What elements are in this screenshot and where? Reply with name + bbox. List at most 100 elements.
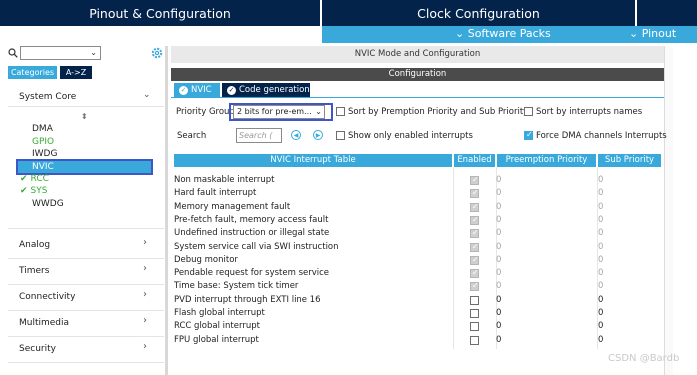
core-item-sys-label: SYS [30,186,48,196]
header-preemption[interactable]: Preemption Priority [497,154,596,167]
divider [8,284,164,285]
chevron-down-icon[interactable]: ⌄ [143,90,151,100]
category-timers[interactable]: Timers [19,266,49,276]
sort-premption-checkbox[interactable] [336,107,345,116]
category-search-combo[interactable]: ⌄ [20,46,101,60]
chevron-right-icon[interactable]: › [143,315,147,326]
enabled-checkbox [470,202,479,212]
sub-priority[interactable]: 0 [598,295,603,305]
priority-group-select[interactable]: 2 bits for pre-em... ⌄ [233,105,325,119]
core-item-wwdg[interactable]: WWDG [32,199,64,209]
interrupt-name: PVD interrupt through EXTI line 16 [174,294,321,305]
preemption-priority: 0 [496,214,502,225]
core-item-gpio[interactable]: GPIO [32,137,54,147]
table-row[interactable]: Hard fault interrupt 0 0 [174,187,661,200]
table-row[interactable]: Memory management fault 0 0 [174,201,661,214]
show-enabled-checkbox[interactable] [336,131,345,140]
core-item-dma[interactable]: DMA [32,124,53,134]
configuration-bar-end [659,68,664,81]
core-item-rcc[interactable]: ✔ RCC [20,174,49,184]
divider [8,258,164,259]
tab-categories[interactable]: Categories [8,66,57,79]
sort-interrupts-checkbox[interactable] [524,107,533,116]
preemption-priority: 0 [496,188,502,199]
enabled-checkbox [470,188,479,199]
sub-priority[interactable]: 0 [598,335,603,345]
sub-priority[interactable]: 0 [598,321,603,331]
table-row[interactable]: Flash global interrupt 0 0 [174,307,661,320]
interrupt-name: RCC global interrupt [174,321,260,332]
category-analog[interactable]: Analog [19,240,50,250]
preemption-priority[interactable]: 0 [496,321,501,331]
table-row[interactable]: RCC global interrupt 0 0 [174,320,661,333]
tab-code-generation[interactable]: ✓ Code generation [222,83,310,97]
enabled-checkbox [470,242,479,252]
left-scrollbar[interactable] [165,46,168,375]
preemption-priority: 0 [496,268,502,279]
table-row[interactable]: Debug monitor 0 0 [174,254,661,267]
enabled-checkbox [470,255,479,265]
tab-nvic[interactable]: ✓ NVIC [174,83,220,97]
category-connectivity[interactable]: Connectivity [19,292,75,302]
interrupt-name: FPU global interrupt [174,334,259,345]
table-row[interactable]: Pendable request for system service 0 0 [174,267,661,280]
tab-clock-configuration[interactable]: Clock Configuration [322,0,635,26]
tab-a-z[interactable]: A->Z [60,66,92,79]
interrupt-name: Time base: System tick timer [174,281,299,292]
enabled-checkbox[interactable] [470,322,479,332]
sub-priority: 0 [598,254,604,265]
category-multimedia[interactable]: Multimedia [19,318,69,328]
header-interrupt-table[interactable]: NVIC Interrupt Table [174,154,452,167]
chevron-right-icon[interactable]: › [143,341,147,352]
enabled-checkbox[interactable] [470,309,479,318]
core-item-nvic-selected[interactable]: NVIC [16,159,153,175]
sort-icon[interactable]: ⬍ [81,112,88,121]
sub-priority[interactable]: 0 [598,308,603,318]
header-enabled[interactable]: Enabled [454,154,495,167]
check-icon: ✔ [20,186,28,196]
tab-nvic-label: NVIC [191,85,212,95]
core-item-sys[interactable]: ✔ SYS [20,186,47,196]
sub-priority: 0 [598,175,604,185]
right-scrollbar[interactable] [664,46,673,375]
chevron-down-icon: ⌄ [90,48,97,57]
pinout-menu-label: Pinout [641,27,677,40]
header-sub-priority[interactable]: Sub Priority [598,154,661,167]
core-item-iwdg[interactable]: IWDG [32,149,57,159]
search-next-icon[interactable]: ▶ [313,130,323,140]
tab-pinout-configuration[interactable]: Pinout & Configuration [0,0,320,26]
table-row[interactable]: System service call via SWI instruction 0… [174,241,661,254]
preemption-priority: 0 [496,254,502,265]
chevron-right-icon[interactable]: › [143,263,147,274]
table-row[interactable]: Non maskable interrupt 0 0 [174,174,661,187]
enabled-checkbox[interactable] [470,295,479,305]
preemption-priority: 0 [496,201,502,212]
search-previous-icon[interactable]: ◀ [291,130,301,140]
mode-title: NVIC Mode and Configuration [171,46,664,63]
interrupt-search-input[interactable]: Search ( [236,128,282,143]
chevron-right-icon[interactable]: › [143,237,147,248]
preemption-priority[interactable]: 0 [496,295,501,305]
table-row[interactable]: PVD interrupt through EXTI line 16 0 0 [174,294,661,307]
enabled-checkbox[interactable] [470,335,479,345]
interrupt-name: Debug monitor [174,254,238,265]
table-row[interactable]: FPU global interrupt 0 0 [174,334,661,347]
sub-priority: 0 [598,241,604,252]
preemption-priority[interactable]: 0 [496,335,501,345]
table-row[interactable]: Undefined instruction or illegal state 0 0 [174,227,661,240]
preemption-priority[interactable]: 0 [496,308,501,318]
system-core-header[interactable]: System Core [19,92,76,102]
table-row[interactable]: Time base: System tick timer 0 0 [174,280,661,293]
software-packs-menu[interactable]: ⌄ Software Packs [455,27,551,40]
table-row[interactable]: Pre-fetch fault, memory access fault 0 0 [174,214,661,227]
tab-a-z-label: A->Z [65,68,87,77]
enabled-checkbox [470,215,479,225]
pinout-menu[interactable]: ⌄ Pinout [629,27,676,40]
check-circle-icon: ✓ [227,85,236,95]
category-security[interactable]: Security [19,344,56,354]
chevron-right-icon[interactable]: › [143,289,147,300]
tab-pinout-label: Pinout & Configuration [89,5,231,21]
software-packs-label: Software Packs [467,27,551,40]
force-dma-checkbox[interactable] [524,130,533,140]
gear-icon[interactable] [151,47,163,59]
